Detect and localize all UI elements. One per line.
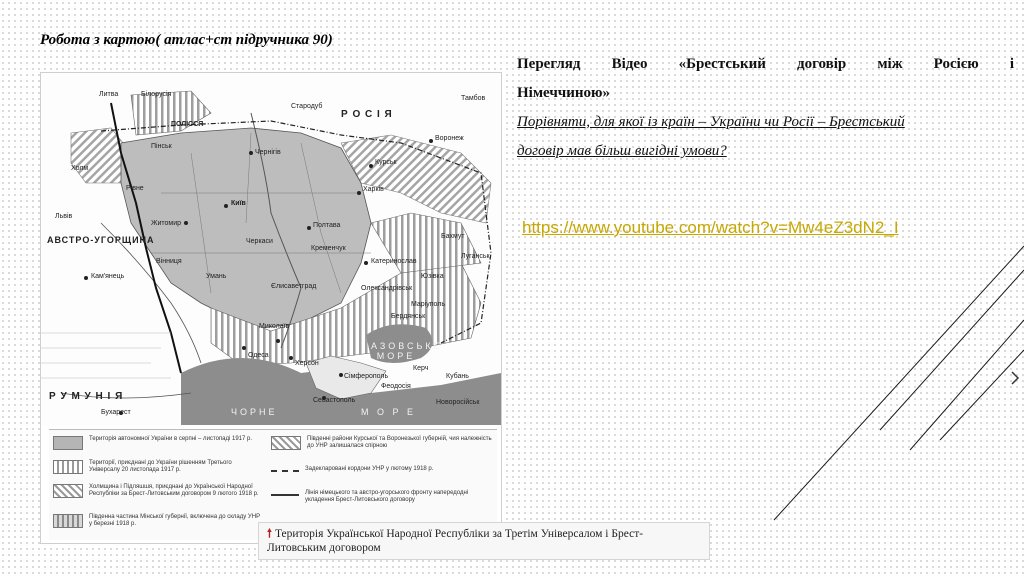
map-label-tambov: Тамбов xyxy=(461,95,486,102)
map-label-oleksandrivsk: Олександрівськ xyxy=(361,285,413,292)
map-label-voronezh: Воронеж xyxy=(435,135,464,142)
legend-swatch-vstripe xyxy=(53,460,83,474)
map-label-kharkiv: Харків xyxy=(363,186,384,193)
map-label-simferopol: Сімферополь xyxy=(344,373,389,380)
map-label-mykolaiv: Миколаїв xyxy=(259,323,290,330)
arrow-up-icon: 🠕 xyxy=(267,528,272,540)
map-label-berdiansk: Бердянськ xyxy=(391,313,426,320)
map-label-rumunia: Р У М У Н І Я xyxy=(49,391,124,402)
map-label-avstro: АВСТРО-УГОРЩИНА xyxy=(47,235,155,245)
map-label-luhansk: Луганськ xyxy=(461,253,490,260)
map-label-lviv: Львів xyxy=(55,213,73,220)
map-label-starodub: Стародуб xyxy=(291,103,323,110)
legend-item-disputed: Південні райони Курської та Воронезької … xyxy=(271,436,493,450)
map-label-kyiv: Київ xyxy=(231,200,246,207)
map-label-uman: Умань xyxy=(206,273,227,280)
map-label-lytva: Литва xyxy=(99,91,119,98)
legend-swatch-diag-2 xyxy=(271,436,301,450)
legend-swatch-diag xyxy=(53,484,83,498)
video-heading-line2: Німеччиною» xyxy=(517,85,611,101)
map-label-more: М О Р Е xyxy=(361,407,417,417)
map-label-bilorusia: Білорусія xyxy=(141,91,172,98)
map-label-mariupol: Маріуполь xyxy=(411,301,446,308)
map-label-kursk: Курськ xyxy=(375,159,397,166)
map-label-kholm: Холм xyxy=(71,165,89,172)
map-image xyxy=(41,73,501,425)
map-label-chernihiv: Чернігів xyxy=(255,149,281,156)
map-caption: 🠕 Територія Української Народної Республі… xyxy=(258,522,710,560)
map-label-bakhmut: Бахмут xyxy=(441,233,465,240)
map-label-sevastopol: Севастополь xyxy=(313,397,356,404)
chevron-right-icon[interactable] xyxy=(1010,370,1020,386)
map-label-yuzivka: Юзівка xyxy=(421,273,444,280)
map-label-rivne: Рівне xyxy=(126,185,144,192)
map-label-odesa: Одеса xyxy=(248,352,269,359)
map-label-chorne: ЧОРНЕ xyxy=(231,407,278,417)
map-label-kherson: Херсон xyxy=(295,360,319,367)
legend-item-third-universal: Території, приєднані до України рішенням… xyxy=(53,460,263,474)
legend-swatch-dash-line xyxy=(271,470,299,472)
slide-text: Перегляд Відео «Брестський договір між Р… xyxy=(517,50,1014,166)
map-label-azov: АЗОВСЬКЕ МОРЕ xyxy=(371,341,443,361)
video-heading-line1: Перегляд Відео «Брестський договір між Р… xyxy=(517,56,1014,72)
youtube-link[interactable]: https://www.youtube.com/watch?v=Mw4eZ3dN… xyxy=(522,218,1002,238)
legend-swatch-grey xyxy=(53,436,83,450)
slide-title: Робота з картою( атлас+ст підручника 90) xyxy=(40,32,333,48)
map-label-yelysavethrad: Єлисаветград xyxy=(271,283,317,290)
legend-item-front-line: Лінія німецького та австро-угорського фр… xyxy=(271,490,493,504)
map-label-kamianets: Кам'янець xyxy=(91,273,125,280)
map-label-cherkasy: Черкаси xyxy=(246,238,273,245)
map-label-kerch: Керч xyxy=(413,365,429,372)
decorative-lines xyxy=(773,245,1024,521)
question-line1: Порівняти, для якої із країн – України ч… xyxy=(517,114,905,130)
map-label-poltava: Полтава xyxy=(313,222,341,229)
map-label-kuban: Кубань xyxy=(446,373,469,380)
map-figure: Литва Білорусія Р О С І Я ПОЛІССЯ АВСТРО… xyxy=(40,72,502,544)
map-label-polissia: ПОЛІССЯ xyxy=(171,121,204,128)
map-label-novorosiisk: Новоросійськ xyxy=(436,399,480,406)
legend-swatch-vgrey xyxy=(53,514,83,528)
legend-swatch-solid-line xyxy=(271,494,299,496)
map-label-bukharest: Бухарест xyxy=(101,409,131,416)
map-label-feodosia: Феодосія xyxy=(381,383,411,390)
legend-item-kholm: Холмщина і Підляшшя, приєднані до Україн… xyxy=(53,484,263,498)
map-label-katerynoslav: Катеринослав xyxy=(371,258,417,265)
map-label-rosia: Р О С І Я xyxy=(341,109,393,120)
map-label-zhytomyr: Житомир xyxy=(151,220,182,227)
legend-item-minsk: Південна частина Мінської губернії, вклю… xyxy=(53,514,263,528)
question-line2: договір мав більш вигідні умови? xyxy=(517,143,727,159)
map-label-kremenchuk: Кременчук xyxy=(311,245,346,252)
map-label-pinsk: Пінськ xyxy=(151,143,172,150)
map-label-vinnytsia: Вінниця xyxy=(156,258,182,265)
legend-item-declared-border: Задекларовані кордони УНР у лютому 1918 … xyxy=(271,466,493,473)
legend-item-autonomous: Територія автономної України в серпні – … xyxy=(53,436,263,450)
